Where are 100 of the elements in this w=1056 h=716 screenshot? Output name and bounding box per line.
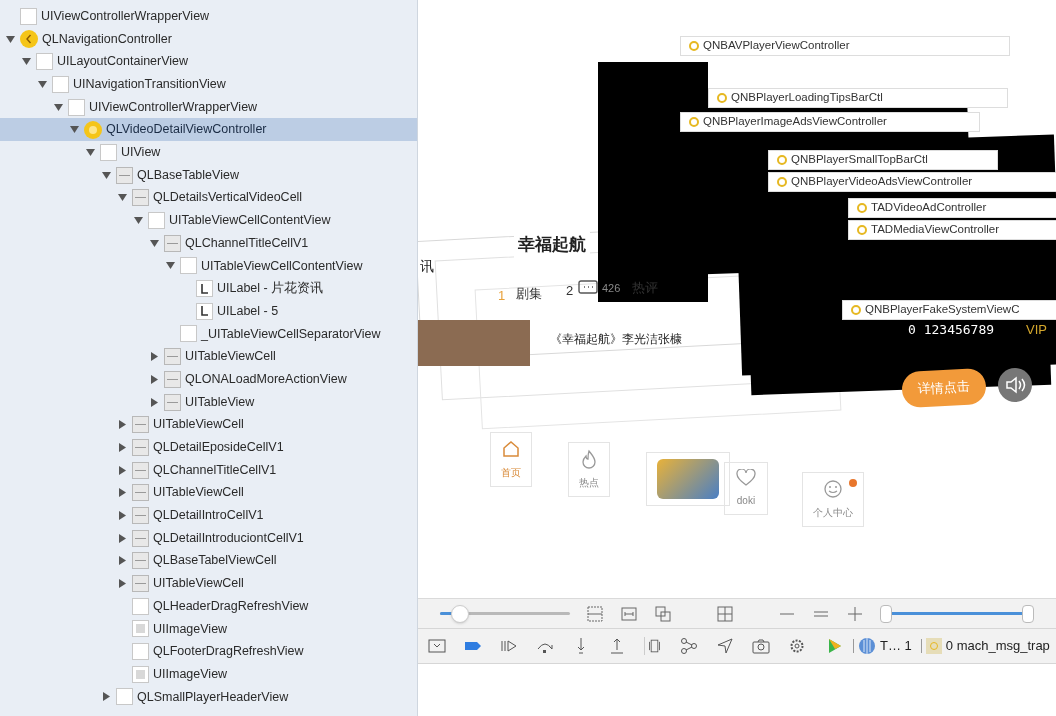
disclosure-down-icon[interactable] bbox=[53, 102, 63, 112]
disclosure-down-icon[interactable] bbox=[85, 147, 95, 157]
tree-item-label: UITableViewCellContentView bbox=[201, 257, 363, 275]
disclosure-right-icon[interactable] bbox=[117, 533, 127, 543]
tree-row[interactable]: QLDetailIntroduciontCellV1 bbox=[0, 526, 417, 550]
disclosure-down-icon[interactable] bbox=[5, 34, 15, 44]
range-slider[interactable] bbox=[880, 603, 1034, 624]
image-view-icon bbox=[132, 620, 149, 638]
navigation-controller-icon bbox=[20, 30, 38, 49]
tree-row[interactable]: QLChannelTitleCellV1 bbox=[0, 458, 417, 482]
tree-row[interactable]: QLONALoadMoreActionView bbox=[0, 368, 417, 391]
spacing-slider[interactable] bbox=[440, 603, 570, 624]
thread-label[interactable]: T… 1 bbox=[880, 636, 912, 656]
disclosure-down-icon[interactable] bbox=[21, 57, 31, 67]
tree-row[interactable]: UITableViewCellContentView bbox=[0, 209, 417, 232]
view-controller-layer[interactable]: QNBPlayerLoadingTipsBarCtl bbox=[708, 88, 1008, 108]
memory-graph-icon[interactable] bbox=[680, 637, 698, 655]
tab-bar-label: 首页 bbox=[501, 466, 521, 480]
disclosure-right-icon[interactable] bbox=[117, 465, 127, 475]
tree-row[interactable]: QLNavigationController bbox=[0, 27, 417, 51]
tree-row[interactable]: UITableView bbox=[0, 390, 417, 414]
disclosure-down-icon[interactable] bbox=[165, 261, 175, 271]
tab-bar-item[interactable] bbox=[646, 452, 730, 506]
hide-console-icon[interactable] bbox=[428, 637, 446, 655]
disclosure-down-icon[interactable] bbox=[117, 193, 127, 203]
tab-bar-item[interactable]: doki bbox=[724, 462, 768, 515]
disclosure-right-icon[interactable] bbox=[117, 442, 127, 452]
tree-row[interactable]: UITableViewCell bbox=[0, 413, 417, 437]
grid-icon[interactable] bbox=[716, 604, 734, 623]
tree-row[interactable]: UILabel - 片花资讯 bbox=[0, 277, 417, 300]
tree-row[interactable]: UIImageView bbox=[0, 662, 417, 686]
tree-item-label: UILabel - 片花资讯 bbox=[217, 280, 324, 298]
view-icon bbox=[132, 597, 149, 615]
table-view-icon bbox=[132, 438, 149, 456]
settings-icon[interactable] bbox=[788, 637, 806, 655]
view-controller-layer[interactable]: QNBPlayerFakeSystemViewC bbox=[842, 300, 1056, 320]
tree-item-label: UIViewControllerWrapperView bbox=[89, 98, 258, 116]
tree-row[interactable]: QLVideoDetailViewController bbox=[0, 118, 417, 142]
tree-row[interactable]: QLBaseTabelViewCell bbox=[0, 549, 417, 573]
stack-frame-label[interactable]: 0 mach_msg_trap bbox=[945, 636, 1050, 656]
location-arrow-icon[interactable] bbox=[716, 637, 734, 655]
tree-row[interactable]: UILayoutContainerView bbox=[0, 50, 417, 74]
view-controller-icon bbox=[84, 120, 102, 139]
speaker-icon[interactable] bbox=[998, 368, 1032, 402]
view-controller-layer[interactable]: QNBPlayerSmallTopBarCtl bbox=[768, 150, 998, 170]
disclosure-down-icon[interactable] bbox=[133, 216, 143, 226]
tab-bar-item[interactable]: 热点 bbox=[568, 442, 610, 497]
disclosure-right-icon[interactable] bbox=[117, 488, 127, 498]
tree-row[interactable]: UITableViewCellContentView bbox=[0, 254, 417, 278]
disclosure-down-icon[interactable] bbox=[149, 238, 159, 248]
tree-row[interactable]: QLFooterDragRefreshView bbox=[0, 640, 417, 663]
tree-row[interactable]: UITableViewCell bbox=[0, 481, 417, 505]
thread-icon[interactable] bbox=[858, 637, 876, 655]
view-controller-layer[interactable]: QNBPlayerImageAdsViewController bbox=[680, 112, 980, 132]
view-controller-layer[interactable]: QNBPlayerVideoAdsViewController bbox=[768, 172, 1056, 192]
tree-item-label: UITableViewCell bbox=[153, 416, 244, 434]
disclosure-right-icon[interactable] bbox=[149, 374, 159, 384]
tree-row[interactable]: QLBaseTableView bbox=[0, 163, 417, 187]
layer-label: QNBPlayerLoadingTipsBarCtl bbox=[731, 90, 883, 106]
table-view-icon bbox=[132, 506, 149, 524]
tree-item-label: UILabel - 5 bbox=[217, 302, 279, 320]
view-controller-layer[interactable]: TADMediaViewController bbox=[848, 220, 1056, 240]
view-controller-icon bbox=[689, 117, 699, 127]
disclosure-down-icon[interactable] bbox=[101, 170, 111, 180]
camera-icon[interactable] bbox=[752, 637, 770, 655]
tree-row[interactable]: UIViewControllerWrapperView bbox=[0, 95, 417, 119]
tree-row[interactable]: UIView bbox=[0, 141, 417, 164]
tree-row[interactable]: UITableViewCell bbox=[0, 572, 417, 595]
layers-icon[interactable] bbox=[654, 604, 672, 623]
tree-row[interactable]: QLDetailsVerticalVideoCell bbox=[0, 186, 417, 210]
disclosure-right-icon[interactable] bbox=[117, 556, 127, 566]
tree-row[interactable]: QLDetailEposideCellV1 bbox=[0, 436, 417, 459]
disclosure-right-icon[interactable] bbox=[117, 510, 127, 520]
table-view-icon bbox=[164, 348, 181, 366]
continue-icon[interactable] bbox=[500, 637, 518, 655]
fit-width-icon[interactable] bbox=[620, 604, 638, 623]
tree-row[interactable]: QLSmallPlayerHeaderView bbox=[0, 685, 417, 709]
view-controller-layer[interactable]: TADVideoAdController bbox=[848, 198, 1056, 218]
view-debug-icon[interactable] bbox=[644, 637, 662, 655]
tree-row[interactable]: UIImageView bbox=[0, 617, 417, 641]
disclosure-down-icon[interactable] bbox=[37, 79, 47, 89]
label-icon bbox=[196, 280, 213, 298]
disclosure-right-icon[interactable] bbox=[149, 397, 159, 407]
disclosure-right-icon[interactable] bbox=[117, 579, 127, 589]
tree-item-label: QLDetailIntroduciontCellV1 bbox=[153, 529, 304, 547]
tab-bar-item[interactable]: 个人中心 bbox=[802, 472, 864, 527]
disclosure-down-icon[interactable] bbox=[69, 125, 79, 135]
disclosure-right-icon[interactable] bbox=[117, 420, 127, 430]
tree-row[interactable]: UINavigationTransitionView bbox=[0, 73, 417, 96]
tree-row[interactable]: UIViewControllerWrapperView bbox=[0, 5, 417, 28]
tree-row[interactable]: UILabel - 5 bbox=[0, 299, 417, 323]
view-controller-layer[interactable]: QNBAVPlayerViewController bbox=[680, 36, 1010, 56]
tree-row[interactable]: QLDetailIntroCellV1 bbox=[0, 504, 417, 527]
view-controller-icon bbox=[857, 225, 867, 235]
disclosure-right-icon[interactable] bbox=[101, 692, 111, 702]
tree-row[interactable]: QLHeaderDragRefreshView bbox=[0, 594, 417, 618]
disclosure-right-icon[interactable] bbox=[149, 352, 159, 362]
tree-row[interactable]: _UITableViewCellSeparatorView bbox=[0, 322, 417, 346]
tree-row[interactable]: UITableViewCell bbox=[0, 345, 417, 368]
tree-row[interactable]: QLChannelTitleCellV1 bbox=[0, 231, 417, 255]
